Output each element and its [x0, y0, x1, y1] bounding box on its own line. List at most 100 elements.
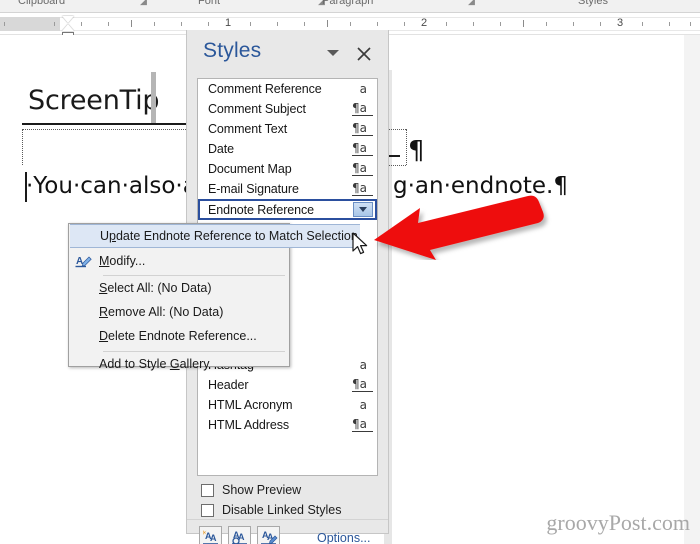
- vertical-scrollbar[interactable]: [684, 35, 700, 544]
- ribbon-group-label-styles: Styles: [578, 0, 608, 7]
- style-list-item[interactable]: Comment Subject ¶a: [198, 99, 377, 119]
- style-list-item[interactable]: E-mail Signature ¶a: [198, 179, 377, 199]
- ruler-tick: [669, 22, 670, 26]
- ruler-tick: [54, 22, 55, 26]
- chevron-down-icon[interactable]: [327, 50, 339, 56]
- document-word-screentip: ScreenTip: [28, 85, 160, 116]
- style-name: HTML Acronym: [208, 398, 293, 412]
- modify-style-icon: A: [69, 253, 99, 270]
- hanging-indent-marker[interactable]: [62, 24, 74, 31]
- style-type-mark-linked: ¶a: [352, 142, 373, 156]
- style-list-item[interactable]: Comment Text ¶a: [198, 119, 377, 139]
- ruler-tick: [500, 22, 501, 26]
- ribbon-group-label-paragraph: Paragraph: [322, 0, 374, 7]
- style-dropdown-button[interactable]: [353, 202, 373, 217]
- word-window: Clipboard ◢ Font ◢ Paragraph ◢ Styles 1 …: [0, 0, 700, 544]
- menu-item-label: Delete Endnote Reference...: [99, 329, 257, 343]
- ruler-tick: [208, 22, 209, 26]
- style-type-mark-linked: ¶a: [352, 122, 373, 136]
- menu-item-add-to-style-gallery[interactable]: Add to Style Gallery: [69, 352, 289, 376]
- style-name: Header: [208, 378, 249, 392]
- show-preview-checkbox-row[interactable]: Show Preview: [201, 480, 381, 500]
- ruler-tick: [277, 22, 278, 26]
- document-body-line-left: ·You·can·also·a: [26, 173, 197, 199]
- ruler-number-3: 3: [616, 17, 624, 29]
- style-list-item-selected-endnote-reference[interactable]: Endnote Reference: [198, 199, 377, 220]
- style-name-selected: Endnote Reference: [208, 202, 315, 217]
- options-link[interactable]: Options...: [317, 531, 371, 544]
- close-icon[interactable]: [353, 43, 375, 65]
- first-line-indent-marker[interactable]: [62, 16, 74, 23]
- style-name: E-mail Signature: [208, 182, 299, 196]
- style-list-item[interactable]: Comment Reference a: [198, 79, 377, 99]
- document-body-line-right: g·an·endnote.¶: [393, 173, 568, 199]
- ruler-tick: [4, 22, 5, 26]
- ruler-tick: [573, 22, 574, 26]
- disable-linked-styles-checkbox-row[interactable]: Disable Linked Styles: [201, 500, 381, 520]
- menu-item-update-to-match-selection[interactable]: Update Endnote Reference to Match Select…: [70, 224, 360, 248]
- text-selection-caret: [151, 72, 156, 123]
- ruler-tick: [108, 22, 109, 26]
- ribbon-group-label-font: Font: [198, 0, 221, 7]
- ruler-tick: [350, 22, 351, 26]
- styles-pane-title: Styles: [203, 39, 262, 62]
- disable-linked-styles-label: Disable Linked Styles: [222, 503, 342, 517]
- menu-item-label: Select All: (No Data): [99, 281, 212, 295]
- styles-pane-button-bar: A A A A A A: [199, 526, 280, 544]
- style-list-item[interactable]: Header ¶a: [198, 375, 377, 395]
- disable-linked-styles-checkbox[interactable]: [201, 503, 214, 517]
- ruler-tick-major: [131, 20, 132, 27]
- endnote-frame-right-side: [406, 129, 407, 165]
- endnote-frame-left: [22, 129, 23, 165]
- chevron-down-icon: [359, 207, 367, 212]
- menu-item-label: Remove All: (No Data): [99, 305, 224, 319]
- style-type-mark-character: a: [359, 358, 367, 372]
- ruler-tick: [377, 22, 378, 26]
- style-type-mark-linked: ¶a: [352, 182, 373, 196]
- style-inspector-button[interactable]: A A: [228, 526, 251, 544]
- new-style-button[interactable]: A A: [199, 526, 222, 544]
- style-name: Document Map: [208, 162, 292, 176]
- ruler-tick: [154, 22, 155, 26]
- clipboard-dialog-launcher-icon[interactable]: ◢: [140, 0, 147, 7]
- ruler-tick: [446, 22, 447, 26]
- ruler-tick: [304, 22, 305, 26]
- style-type-mark-linked: ¶a: [352, 102, 373, 116]
- style-name: Comment Text: [208, 122, 288, 136]
- manage-styles-button[interactable]: A A: [257, 526, 280, 544]
- style-type-mark-linked: ¶a: [352, 162, 373, 176]
- ribbon-group-label-clipboard: Clipboard: [18, 0, 66, 7]
- style-list-item[interactable]: Document Map ¶a: [198, 159, 377, 179]
- ruler-tick: [181, 22, 182, 26]
- ribbon-group-labels-strip: Clipboard ◢ Font ◢ Paragraph ◢ Styles: [0, 0, 700, 13]
- ruler-tick: [600, 22, 601, 26]
- ruler-tick: [690, 22, 691, 26]
- menu-item-select-all[interactable]: Select All: (No Data): [69, 276, 289, 300]
- pilcrow-icon: ¶: [408, 136, 425, 166]
- style-name: HTML Address: [208, 418, 290, 432]
- style-list-item[interactable]: Date ¶a: [198, 139, 377, 159]
- style-name: Comment Subject: [208, 102, 306, 116]
- style-name: Date: [208, 142, 235, 156]
- style-type-mark-linked: ¶a: [352, 378, 373, 392]
- ruler-left-margin: [0, 17, 60, 31]
- ruler-tick: [404, 22, 405, 26]
- paragraph-dialog-launcher-icon[interactable]: ◢: [468, 0, 475, 7]
- menu-item-delete-style[interactable]: Delete Endnote Reference...: [69, 324, 289, 348]
- ruler-tick: [642, 22, 643, 26]
- show-preview-checkbox[interactable]: [201, 483, 214, 497]
- styles-pane-options: Show Preview Disable Linked Styles: [201, 480, 381, 520]
- menu-item-modify[interactable]: A Modify...: [69, 249, 289, 273]
- ruler-tick: [81, 22, 82, 26]
- endnote-frame-top: [22, 129, 186, 130]
- styles-pane-header: Styles: [187, 30, 388, 76]
- style-context-menu: Update Endnote Reference to Match Select…: [68, 223, 360, 371]
- menu-item-remove-all[interactable]: Remove All: (No Data): [69, 300, 289, 324]
- style-list-item[interactable]: HTML Address ¶a: [198, 415, 377, 435]
- ruler-tick-major: [523, 20, 524, 27]
- endnote-separator-line: [22, 123, 186, 125]
- menu-item-label: Update Endnote Reference to Match Select…: [100, 229, 358, 243]
- show-preview-label: Show Preview: [222, 483, 302, 497]
- ruler-tick: [473, 22, 474, 26]
- style-list-item[interactable]: HTML Acronym a: [198, 395, 377, 415]
